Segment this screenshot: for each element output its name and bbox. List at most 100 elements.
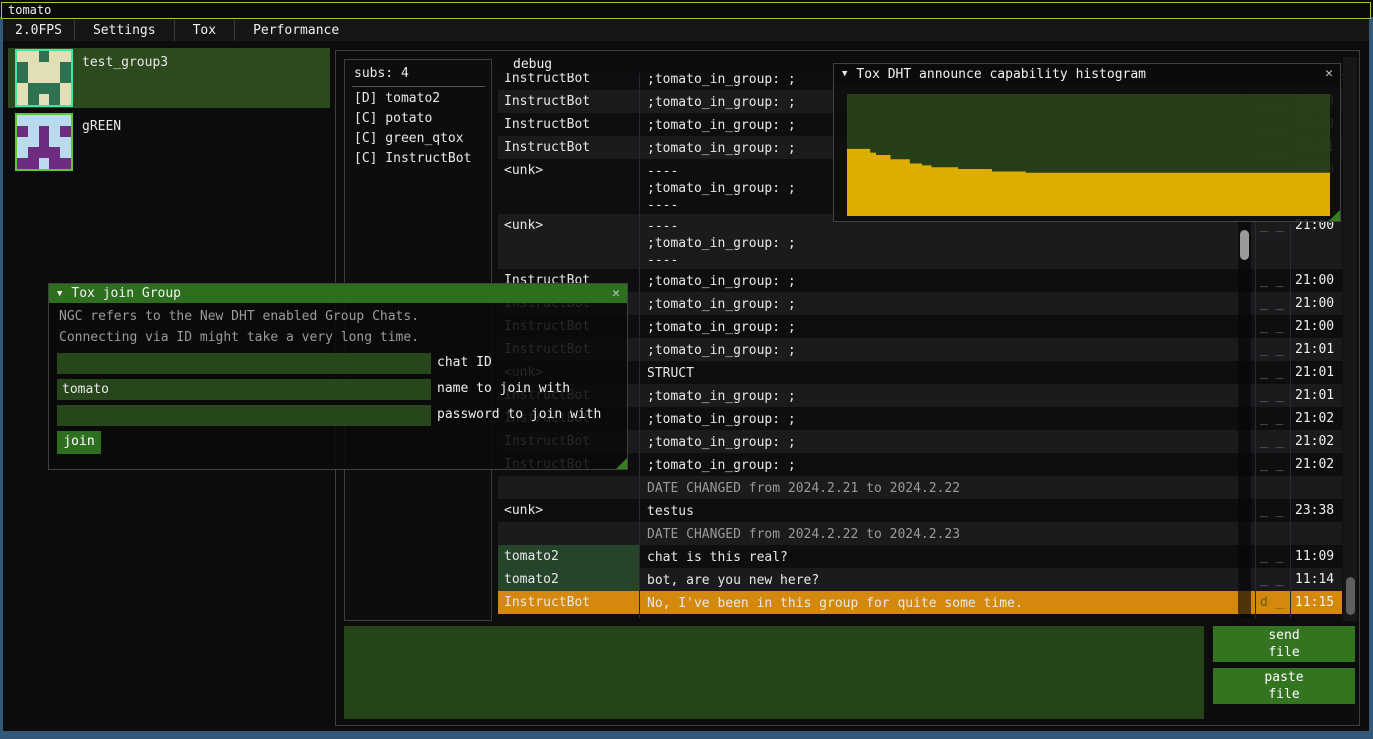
chat-row-timestamp: 11:15 [1295,595,1334,610]
join-group-description: NGC refers to the New DHT enabled Group … [59,309,419,324]
resize-grip-icon[interactable] [1329,210,1340,221]
dht-histogram-window: ▼ Tox DHT announce capability histogram … [833,63,1341,222]
join-group-title: Tox join Group [71,286,181,301]
chat-row-message: ;tomato_in_group: ; [647,273,1247,290]
chat-row-flags: _ _ [1260,503,1283,518]
avatar-identicon [17,51,71,105]
chat-row-author: tomato2 [504,549,634,564]
chat-row[interactable]: InstructBot No, I've been in this group f… [498,591,1342,614]
chat-row-timestamp: 21:02 [1295,457,1334,472]
paste-file-button[interactable]: paste file [1213,668,1355,704]
send-file-button[interactable]: send file [1213,626,1355,662]
chat-row-timestamp: 21:01 [1295,365,1334,380]
chat-row-flags: _ _ [1260,572,1283,587]
chat-row-message: ;tomato_in_group: ; [647,457,1247,474]
dht-histogram-titlebar[interactable]: ▼ Tox DHT announce capability histogram [834,64,1340,84]
join-group-description: Connecting via ID might take a very long… [59,330,419,345]
join-name-label: name to join with [437,381,570,396]
window-title: tomato [8,3,51,17]
chat-row-message: No, I've been in this group for quite so… [647,595,1247,612]
chat-row-flags: _ _ [1260,434,1283,449]
histogram-area-series [847,94,1330,216]
chat-row-message: ;tomato_in_group: ; [647,388,1247,405]
chat-row-flags: _ _ [1260,319,1283,334]
chat-row-message: bot, are you new here? [647,572,1247,589]
chat-row-flags: d _ [1260,595,1283,610]
frame-edge-bottom [0,731,1373,739]
close-icon[interactable]: ✕ [1325,66,1333,81]
join-group-titlebar[interactable]: ▼ Tox join Group [49,284,627,303]
chat-scrollbar-thumb[interactable] [1346,577,1355,615]
join-group-dialog: ▼ Tox join Group ✕ NGC refers to the New… [48,283,628,470]
chat-row-timestamp: 21:00 [1295,319,1334,334]
chat-row-flags: _ _ [1260,342,1283,357]
join-name-input[interactable] [57,379,431,400]
menu-item-performance[interactable]: Performance [235,23,357,38]
join-button[interactable]: join [57,431,101,454]
send-file-label-line1: send [1213,627,1355,644]
group-item[interactable]: test_group3 [8,48,330,108]
message-scrollbar-thumb[interactable] [1240,230,1249,260]
chat-row-timestamp: 21:02 [1295,411,1334,426]
avatar-identicon [17,115,71,169]
chat-row[interactable]: <unk> testus _ _ 23:38 [498,499,1342,522]
dht-histogram-title: Tox DHT announce capability histogram [856,67,1146,82]
chat-row[interactable]: tomato2bot, are you new here?_ _11:14 [498,568,1342,591]
date-changed-notice: DATE CHANGED from 2024.2.21 to 2024.2.22 [647,480,1247,497]
chat-row-message: testus [647,503,1247,520]
send-file-label-line2: file [1213,644,1355,661]
chat-row-author: <unk> [504,503,634,518]
chat-id-input[interactable] [57,353,431,374]
group-item[interactable]: gREEN [8,112,330,170]
chat-row-timestamp: 21:00 [1295,296,1334,311]
frame-edge-left [0,17,3,731]
dht-histogram-plot [847,94,1330,216]
group-avatar [15,113,73,171]
chat-row[interactable]: DATE CHANGED from 2024.2.22 to 2024.2.23 [498,522,1342,545]
chat-row-message: ;tomato_in_group: ; [647,411,1247,428]
chat-row-author: <unk> [504,163,634,178]
chat-row-message: ;tomato_in_group: ; [647,296,1247,313]
window-titlebar[interactable]: tomato [1,2,1371,19]
menu-item-settings[interactable]: Settings [75,23,174,38]
chat-scrollbar-track[interactable] [1343,57,1357,621]
chat-row-flags: _ _ [1260,457,1283,472]
chat-row-flags: _ _ [1260,549,1283,564]
member-item[interactable]: [C] InstructBot [354,151,471,171]
chat-row-timestamp: 21:01 [1295,388,1334,403]
chat-row-author: <unk> [504,218,634,233]
chat-row-author: InstructBot [504,595,634,610]
members-separator [352,86,485,87]
chat-row-timestamp: 21:01 [1295,342,1334,357]
message-input[interactable] [344,626,1204,719]
chat-row-flags: _ _ [1260,365,1283,380]
chat-row[interactable]: <unk>---- ;tomato_in_group: ; ----_ _21:… [498,214,1342,269]
chat-row-flags: _ _ [1260,296,1283,311]
chat-row[interactable]: DATE CHANGED from 2024.2.21 to 2024.2.22 [498,476,1342,499]
chat-row-message: STRUCT [647,365,1247,382]
chat-row-timestamp: 23:38 [1295,503,1334,518]
member-item[interactable]: [D] tomato2 [354,91,440,111]
fps-indicator: 2.0FPS [3,23,74,38]
collapse-arrow-icon[interactable]: ▼ [57,289,62,299]
member-item[interactable]: [C] potato [354,111,432,131]
paste-file-label-line2: file [1213,686,1355,703]
chat-row-message: ;tomato_in_group: ; [647,434,1247,451]
chat-row-author: InstructBot [504,73,634,86]
member-item[interactable]: [C] green_qtox [354,131,464,151]
chat-id-label: chat ID [437,355,492,370]
close-icon[interactable]: ✕ [612,286,620,301]
collapse-arrow-icon[interactable]: ▼ [842,69,847,79]
menu-bar: 2.0FPS Settings Tox Performance [3,20,1369,41]
join-password-input[interactable] [57,405,431,426]
resize-grip-icon[interactable] [616,458,627,469]
chat-row-timestamp: 11:14 [1295,572,1334,587]
chat-row[interactable]: tomato2chat is this real?_ _11:09 [498,545,1342,568]
chat-row-message: chat is this real? [647,549,1247,566]
group-name: gREEN [82,119,121,134]
menu-item-tox[interactable]: Tox [175,23,234,38]
chat-row-flags: _ _ [1260,273,1283,288]
tab-debug[interactable]: debug [513,57,552,72]
column-divider [639,73,640,618]
paste-file-label-line1: paste [1213,669,1355,686]
